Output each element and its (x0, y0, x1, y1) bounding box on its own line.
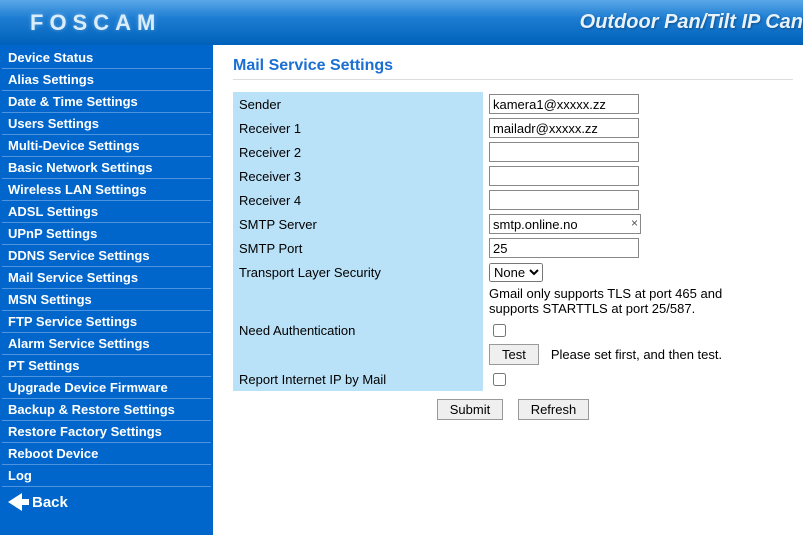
label-smtp-port: SMTP Port (233, 236, 483, 260)
sidebar-item-6[interactable]: Wireless LAN Settings (2, 179, 211, 201)
refresh-button[interactable]: Refresh (518, 399, 590, 420)
sidebar-item-5[interactable]: Basic Network Settings (2, 157, 211, 179)
need-auth-checkbox[interactable] (493, 324, 506, 337)
smtp-port-input[interactable] (489, 238, 639, 258)
smtp-server-input[interactable] (489, 214, 641, 234)
sidebar-item-3[interactable]: Users Settings (2, 113, 211, 135)
label-need-auth: Need Authentication (233, 318, 483, 342)
sidebar-item-0[interactable]: Device Status (2, 47, 211, 69)
clear-smtp-icon[interactable]: × (631, 216, 638, 230)
receiver2-input[interactable] (489, 142, 639, 162)
sidebar-item-14[interactable]: PT Settings (2, 355, 211, 377)
back-arrow-icon (8, 493, 22, 511)
label-tls: Transport Layer Security (233, 260, 483, 284)
receiver3-input[interactable] (489, 166, 639, 186)
label-receiver1: Receiver 1 (233, 116, 483, 140)
sidebar-item-17[interactable]: Restore Factory Settings (2, 421, 211, 443)
brand-logo: FOSCAM (30, 10, 161, 36)
tls-select[interactable]: None (489, 263, 543, 282)
page-title: Mail Service Settings (233, 57, 793, 75)
back-button[interactable]: Back (2, 489, 211, 515)
sidebar-item-15[interactable]: Upgrade Device Firmware (2, 377, 211, 399)
label-report-ip: Report Internet IP by Mail (233, 367, 483, 391)
product-title: Outdoor Pan/Tilt IP Can (580, 11, 803, 34)
content-area: Mail Service Settings Sender Receiver 1 … (213, 45, 803, 535)
tls-note-spacer (233, 284, 483, 318)
sidebar-item-10[interactable]: Mail Service Settings (2, 267, 211, 289)
test-row-spacer (233, 342, 483, 367)
sidebar-item-18[interactable]: Reboot Device (2, 443, 211, 465)
settings-form: Sender Receiver 1 Receiver 2 Receiver 3 … (233, 92, 773, 391)
receiver4-input[interactable] (489, 190, 639, 210)
test-note: Please set first, and then test. (551, 347, 722, 362)
submit-button[interactable]: Submit (437, 399, 503, 420)
sidebar: Device StatusAlias SettingsDate & Time S… (0, 45, 213, 535)
sidebar-item-4[interactable]: Multi-Device Settings (2, 135, 211, 157)
label-smtp-server: SMTP Server (233, 212, 483, 236)
sidebar-item-11[interactable]: MSN Settings (2, 289, 211, 311)
sidebar-item-8[interactable]: UPnP Settings (2, 223, 211, 245)
report-ip-checkbox[interactable] (493, 373, 506, 386)
sender-input[interactable] (489, 94, 639, 114)
receiver1-input[interactable] (489, 118, 639, 138)
sidebar-item-9[interactable]: DDNS Service Settings (2, 245, 211, 267)
label-receiver4: Receiver 4 (233, 188, 483, 212)
test-button[interactable]: Test (489, 344, 539, 365)
sidebar-item-16[interactable]: Backup & Restore Settings (2, 399, 211, 421)
label-sender: Sender (233, 92, 483, 116)
back-label: Back (32, 494, 68, 511)
sidebar-item-7[interactable]: ADSL Settings (2, 201, 211, 223)
tls-note: Gmail only supports TLS at port 465 and … (483, 284, 773, 318)
label-receiver3: Receiver 3 (233, 164, 483, 188)
button-row: Submit Refresh (233, 399, 793, 420)
sidebar-item-1[interactable]: Alias Settings (2, 69, 211, 91)
label-receiver2: Receiver 2 (233, 140, 483, 164)
sidebar-item-12[interactable]: FTP Service Settings (2, 311, 211, 333)
sidebar-item-2[interactable]: Date & Time Settings (2, 91, 211, 113)
sidebar-item-13[interactable]: Alarm Service Settings (2, 333, 211, 355)
sidebar-item-19[interactable]: Log (2, 465, 211, 487)
divider (233, 79, 793, 80)
top-banner: FOSCAM Outdoor Pan/Tilt IP Can (0, 0, 803, 45)
